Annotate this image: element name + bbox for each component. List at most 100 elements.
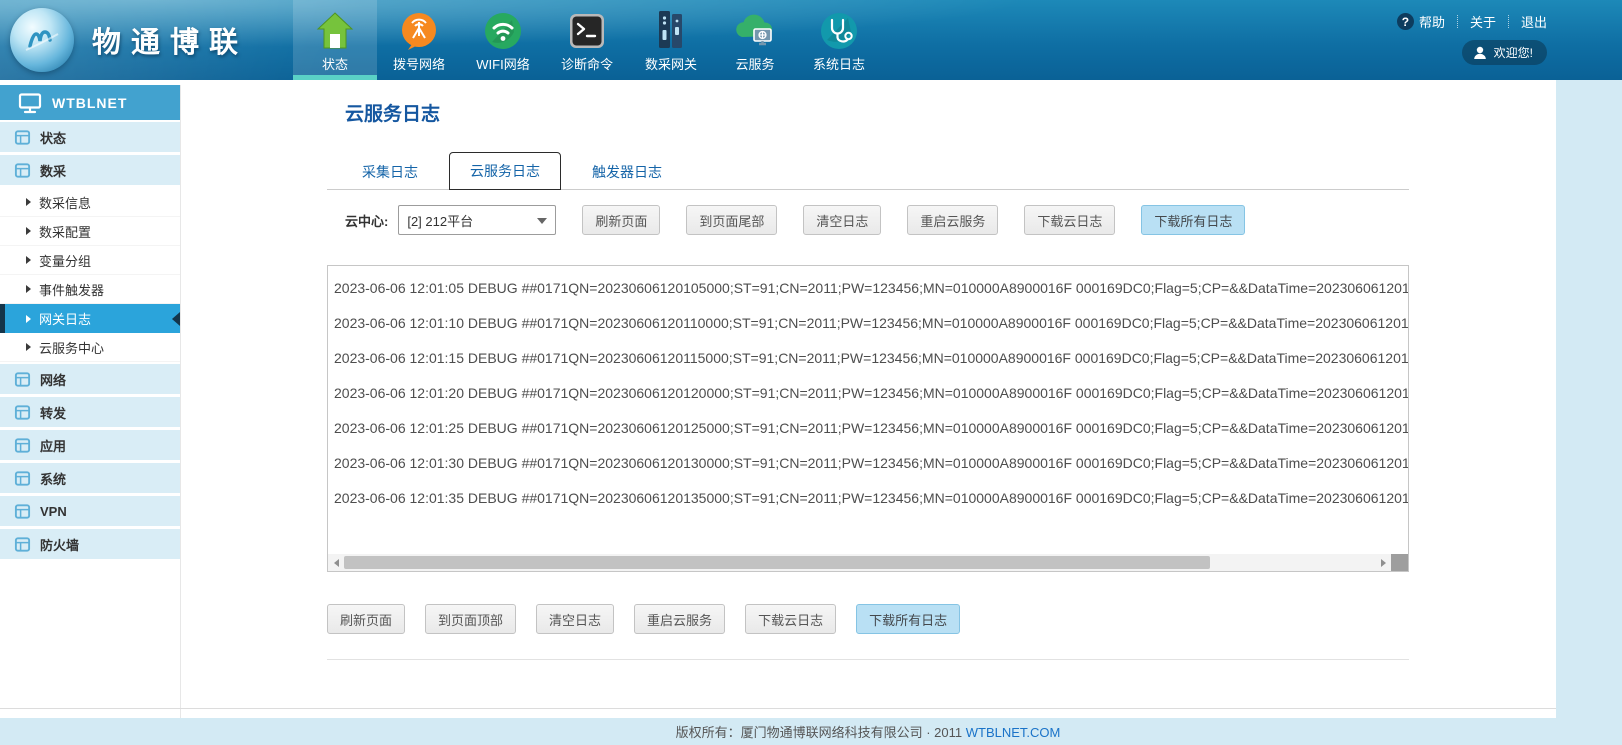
bottom-restart-cloud-service-button[interactable]: 重启云服务 bbox=[634, 604, 725, 634]
welcome-label: 欢迎您! bbox=[1494, 44, 1533, 61]
scrollbar-thumb[interactable] bbox=[344, 556, 1210, 569]
sidebar-item-vpn[interactable]: VPN bbox=[0, 496, 180, 526]
sidebar-item-network[interactable]: 网络 bbox=[0, 364, 180, 394]
terminal-icon bbox=[566, 0, 608, 52]
bottom-refresh-page-button[interactable]: 刷新页面 bbox=[327, 604, 405, 634]
sidebar-item-event-trigger[interactable]: 事件触发器 bbox=[0, 275, 180, 304]
sidebar-item-application[interactable]: 应用 bbox=[0, 430, 180, 460]
scroll-left-arrow-icon[interactable] bbox=[328, 554, 344, 571]
top-refresh-page-button[interactable]: 刷新页面 bbox=[582, 205, 660, 235]
top-restart-cloud-service-button[interactable]: 重启云服务 bbox=[907, 205, 998, 235]
nav-item-label: 数采网关 bbox=[645, 54, 697, 73]
caret-right-icon bbox=[26, 285, 31, 293]
sidebar-item-label: 防火墙 bbox=[40, 535, 79, 554]
nav-item-cloud-service[interactable]: 云服务 bbox=[713, 0, 797, 80]
sidebar-item-variable-group[interactable]: 变量分组 bbox=[0, 246, 180, 275]
sidebar-item-label: VPN bbox=[40, 504, 67, 519]
about-link[interactable]: 关于 bbox=[1470, 12, 1496, 31]
sidebar-item-cloud-service-center[interactable]: 云服务中心 bbox=[0, 333, 180, 362]
scrollbar-track[interactable] bbox=[344, 556, 1375, 569]
grid-icon bbox=[14, 503, 31, 520]
bottom-log-controls: 刷新页面 到页面顶部 清空日志 重启云服务 下载云日志 下载所有日志 bbox=[327, 604, 980, 634]
log-line: 2023-06-06 12:01:35 DEBUG ##0171QN=20230… bbox=[334, 481, 1408, 516]
sidebar-header: WTBLNET bbox=[0, 85, 180, 120]
sidebar-item-label: 应用 bbox=[40, 436, 66, 455]
log-line: 2023-06-06 12:01:05 DEBUG ##0171QN=20230… bbox=[334, 271, 1408, 306]
log-line: 2023-06-06 12:01:10 DEBUG ##0171QN=20230… bbox=[334, 306, 1408, 341]
top-download-all-logs-button[interactable]: 下载所有日志 bbox=[1141, 205, 1245, 235]
link-separator bbox=[1457, 15, 1458, 28]
brand-logo: 物通博联 bbox=[10, 5, 248, 75]
nav-item-wifi-network[interactable]: WIFI网络 bbox=[461, 0, 545, 80]
help-link[interactable]: 帮助 bbox=[1419, 12, 1445, 31]
log-lines: 2023-06-06 12:01:05 DEBUG ##0171QN=20230… bbox=[328, 266, 1408, 516]
sidebar-item-forwarding[interactable]: 转发 bbox=[0, 397, 180, 427]
user-icon bbox=[1472, 45, 1488, 61]
sidebar-item-firewall[interactable]: 防火墙 bbox=[0, 529, 180, 559]
cloud-center-select[interactable]: [2] 212平台 bbox=[398, 205, 556, 235]
nav-item-diagnostic-command[interactable]: 诊断命令 bbox=[545, 0, 629, 80]
scroll-right-arrow-icon[interactable] bbox=[1375, 554, 1391, 571]
top-download-cloud-log-button[interactable]: 下载云日志 bbox=[1024, 205, 1115, 235]
top-links: ? 帮助 关于 退出 bbox=[1397, 12, 1547, 31]
sidebar-item-data-collection[interactable]: 数采 bbox=[0, 155, 180, 185]
bottom-download-cloud-log-button[interactable]: 下载云日志 bbox=[745, 604, 836, 634]
top-goto-page-bottom-button[interactable]: 到页面尾部 bbox=[686, 205, 777, 235]
nav-item-label: WIFI网络 bbox=[476, 54, 529, 73]
monitor-icon bbox=[18, 92, 42, 114]
top-header: 物通博联 状态 bbox=[0, 0, 1622, 80]
top-clear-log-button[interactable]: 清空日志 bbox=[803, 205, 881, 235]
tab-trigger-log[interactable]: 触发器日志 bbox=[575, 154, 679, 190]
nav-item-status[interactable]: 状态 bbox=[293, 0, 377, 80]
antenna-icon bbox=[398, 0, 440, 52]
sidebar-item-dc-info[interactable]: 数采信息 bbox=[0, 188, 180, 217]
log-line: 2023-06-06 12:01:15 DEBUG ##0171QN=20230… bbox=[334, 341, 1408, 376]
log-tabs: 采集日志 云服务日志 触发器日志 bbox=[345, 156, 679, 190]
sidebar-item-system[interactable]: 系统 bbox=[0, 463, 180, 493]
sidebar-item-label: 事件触发器 bbox=[39, 280, 104, 299]
grid-icon bbox=[14, 470, 31, 487]
bottom-goto-page-top-button[interactable]: 到页面顶部 bbox=[425, 604, 516, 634]
nav-item-data-gateway[interactable]: 数采网关 bbox=[629, 0, 713, 80]
sidebar-item-label: 变量分组 bbox=[39, 251, 91, 270]
brand-name: 物通博联 bbox=[92, 19, 248, 61]
bottom-clear-log-button[interactable]: 清空日志 bbox=[536, 604, 614, 634]
log-viewer[interactable]: 2023-06-06 12:01:05 DEBUG ##0171QN=20230… bbox=[327, 265, 1409, 572]
footer-divider bbox=[0, 708, 1556, 709]
tab-cloud-service-log[interactable]: 云服务日志 bbox=[449, 152, 561, 190]
tab-collection-log[interactable]: 采集日志 bbox=[345, 154, 435, 190]
log-line: 2023-06-06 12:01:25 DEBUG ##0171QN=20230… bbox=[334, 411, 1408, 446]
device-name: WTBLNET bbox=[52, 95, 127, 111]
link-separator bbox=[1508, 15, 1509, 28]
caret-right-icon bbox=[26, 227, 31, 235]
copyright-text: 版权所有：厦门物通博联网络科技有限公司 · 2011 bbox=[676, 725, 963, 740]
grid-icon bbox=[14, 437, 31, 454]
sidebar-item-dc-config[interactable]: 数采配置 bbox=[0, 217, 180, 246]
scrollbar-corner bbox=[1391, 554, 1408, 571]
logout-link[interactable]: 退出 bbox=[1521, 12, 1547, 31]
background-right-strip bbox=[1556, 80, 1622, 745]
home-icon bbox=[315, 0, 355, 52]
nav-item-system-log[interactable]: 系统日志 bbox=[797, 0, 881, 80]
sidebar-item-label: 数采 bbox=[40, 161, 66, 180]
sidebar-item-status[interactable]: 状态 bbox=[0, 122, 180, 152]
caret-right-icon bbox=[26, 256, 31, 264]
sidebar-item-label: 转发 bbox=[40, 403, 66, 422]
grid-icon bbox=[14, 404, 31, 421]
sidebar-item-label: 云服务中心 bbox=[39, 338, 104, 357]
cloud-center-selected-value: [2] 212平台 bbox=[407, 211, 473, 230]
chevron-down-icon bbox=[537, 218, 547, 224]
horizontal-scrollbar[interactable] bbox=[328, 554, 1408, 571]
grid-icon bbox=[14, 371, 31, 388]
stethoscope-icon bbox=[818, 0, 860, 52]
welcome-badge[interactable]: 欢迎您! bbox=[1462, 40, 1547, 65]
nav-item-label: 拨号网络 bbox=[393, 54, 445, 73]
sidebar-item-label: 网络 bbox=[40, 370, 66, 389]
gateway-icon bbox=[650, 0, 692, 52]
bottom-download-all-logs-button[interactable]: 下载所有日志 bbox=[856, 604, 960, 634]
wtblnet-link[interactable]: WTBLNET.COM bbox=[966, 725, 1061, 740]
sidebar-item-gateway-log[interactable]: 网关日志 bbox=[0, 304, 180, 333]
nav-item-label: 诊断命令 bbox=[561, 54, 613, 73]
nav-item-dial-network[interactable]: 拨号网络 bbox=[377, 0, 461, 80]
brand-globe-icon bbox=[10, 8, 74, 72]
